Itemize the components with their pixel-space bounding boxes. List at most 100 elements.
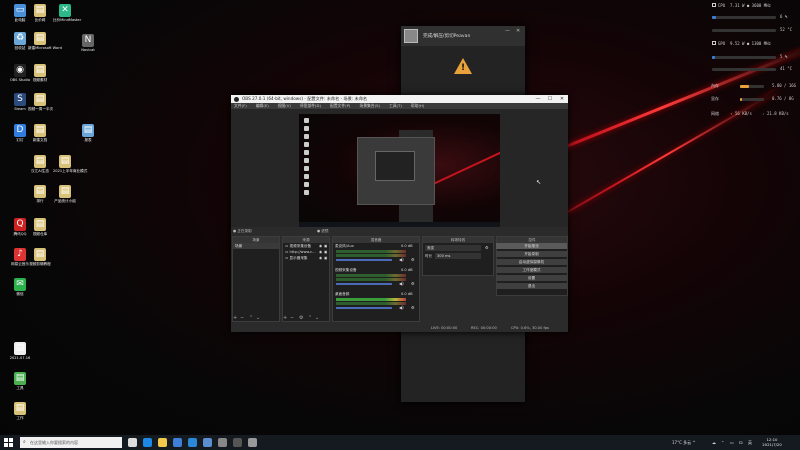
maximize-button[interactable]: ☐ <box>544 95 556 103</box>
explorer-icon[interactable] <box>158 438 167 447</box>
obs-icon[interactable] <box>233 438 242 447</box>
desktop-icon[interactable]: ▤ 排行 <box>28 185 52 204</box>
control-button[interactable]: 工作室模式 <box>496 267 567 273</box>
speaker-icon[interactable]: ◀) <box>399 281 404 286</box>
desktop-icon[interactable]: ▤ 2021.07.16 <box>8 342 32 361</box>
control-button[interactable]: 设置 <box>496 275 567 281</box>
volume-slider[interactable] <box>336 307 392 309</box>
desktop-icon[interactable]: ▤ 2021上半年商业模式 <box>53 155 87 174</box>
start-button[interactable] <box>4 438 13 447</box>
source-up-icon[interactable]: ⌃ <box>308 315 312 321</box>
download-arrow-icon: ↓ <box>762 111 765 116</box>
desktop-icon[interactable]: ▤ 视频一周一半次 <box>28 93 53 112</box>
desktop-icon-glyph: ◉ <box>14 64 26 77</box>
mail-icon[interactable] <box>188 438 197 447</box>
cpu-temp-track <box>712 29 776 32</box>
desktop-icon-glyph: ♪ <box>14 248 26 261</box>
desktop-icon-glyph: ▤ <box>14 372 26 385</box>
move-up-icon[interactable]: ⌃ <box>249 315 253 321</box>
control-button[interactable]: 开始推流 <box>496 243 567 249</box>
mixer-channel-level: 0.0 dB <box>401 292 413 296</box>
desktop-icon[interactable]: ▤ 新建Microsoft Word <box>28 32 62 51</box>
desktop-icon[interactable]: ▤ 报表 <box>76 124 100 143</box>
desktop-icon[interactable]: ▤ 产品统计小组 <box>53 185 77 204</box>
desktop-icon[interactable]: ▤ 汉江AI生态 <box>28 155 52 174</box>
move-down-icon[interactable]: ⌄ <box>256 315 260 321</box>
dock-filter-label[interactable]: ● 滤镜 <box>317 228 328 234</box>
program-preview[interactable] <box>299 114 500 227</box>
cpu-status: CPU: 0.6%, 30.00 fps <box>511 326 549 330</box>
tray-icon[interactable]: ▭ <box>730 435 734 450</box>
remove-source-button[interactable]: − <box>290 315 294 321</box>
audio-meter <box>336 274 406 277</box>
dialog-close-button[interactable]: ✕ <box>516 28 520 34</box>
taskbar-clock[interactable]: 12:10 2021/7/20 <box>760 437 784 447</box>
desktop-icon[interactable]: ▤ 工具 <box>8 372 32 391</box>
obs-docks: ● 正在录制 ● 滤镜 场景 场景 + − ⌃ ⌄ 来源 ▭ 视频采集设备 ◉ ▣ ▭… <box>231 228 568 332</box>
mixer-settings-icon[interactable]: ⚙ <box>411 305 415 310</box>
volume-slider[interactable] <box>336 283 392 285</box>
add-scene-button[interactable]: + <box>233 315 237 321</box>
avatar <box>404 29 418 43</box>
scene-item[interactable]: 场景 <box>233 243 279 249</box>
desktop-icon-glyph: ▤ <box>34 185 46 198</box>
desktop-icon[interactable]: ▤ 工作 <box>8 402 32 421</box>
volume-slider[interactable] <box>336 259 392 261</box>
desktop-icon-glyph: Q <box>14 218 26 231</box>
control-button[interactable]: 退出 <box>496 283 567 289</box>
app-icon[interactable] <box>218 438 227 447</box>
tray-icon[interactable]: 英 <box>748 435 752 450</box>
memory-value: 5.80 / 16G <box>772 83 797 88</box>
source-down-icon[interactable]: ⌄ <box>315 315 319 321</box>
dialog-minimize-button[interactable]: — <box>505 28 510 34</box>
tray-icon[interactable]: ☁ <box>712 435 716 450</box>
task-view-icon[interactable] <box>128 438 137 447</box>
close-button[interactable]: ✕ <box>556 95 568 103</box>
gpu-row: GPU 9.52 W ● 1300 MHz <box>708 41 800 47</box>
desktop-icon[interactable]: N Navicat <box>76 34 100 53</box>
mixer-settings-icon[interactable]: ⚙ <box>411 257 415 262</box>
transition-select[interactable]: 渐变 <box>425 245 481 251</box>
tray-icon[interactable]: ⌃ <box>721 435 724 450</box>
weather-text[interactable]: 17°C 多云 ^ <box>672 435 696 450</box>
lock-icon[interactable]: ▣ <box>324 255 327 261</box>
source-item[interactable]: ▭ 显示器采集 ◉ ▣ <box>283 255 329 261</box>
speaker-icon[interactable]: ◀) <box>399 305 404 310</box>
control-button[interactable]: 开始录制 <box>496 251 567 257</box>
speaker-icon[interactable]: ◀) <box>399 257 404 262</box>
duration-input[interactable]: 300 ms <box>435 253 481 259</box>
cpu-load-bar <box>712 16 716 19</box>
edge-icon[interactable] <box>143 438 152 447</box>
app2-icon[interactable] <box>248 438 257 447</box>
source-settings-icon[interactable]: ⚙ <box>299 315 303 321</box>
desktop-icon[interactable]: ▤ 比价网 <box>28 4 52 23</box>
windows-logo-icon <box>9 438 13 442</box>
add-source-button[interactable]: + <box>283 315 287 321</box>
desktop-icon[interactable]: ▤ 视频仓库 <box>28 218 52 237</box>
taskbar-search[interactable]: ⌕ 在这里输入你要搜索的内容 <box>20 437 122 448</box>
desktop-icon[interactable]: ▤ 新建文档 <box>28 124 52 143</box>
desktop-icon-label: 比价MindMaster <box>53 18 82 22</box>
remove-scene-button[interactable]: − <box>240 315 244 321</box>
steam-icon[interactable] <box>203 438 212 447</box>
desktop-icon[interactable]: ▤ 视频剪辑教程 <box>28 248 52 267</box>
visibility-eye-icon[interactable]: ◉ <box>319 255 322 261</box>
tray-icon[interactable]: ☊ <box>739 435 743 450</box>
desktop-icon[interactable]: ✉ 微信 <box>8 278 32 297</box>
desktop-icon[interactable]: ✕ 比价MindMaster <box>53 4 82 23</box>
scenes-list: 场景 <box>233 243 279 249</box>
transition-settings-icon[interactable]: ⚙ <box>485 245 489 250</box>
control-button[interactable]: 启动虚拟摄像机 <box>496 259 567 265</box>
store-icon[interactable] <box>173 438 182 447</box>
minimize-button[interactable]: — <box>532 95 544 103</box>
obs-titlebar[interactable]: OBS 27.0.1 (64-bit, windows) - 配置文件: 未命名… <box>231 95 568 103</box>
vram-label: 显存 <box>711 96 719 101</box>
desktop-icon[interactable]: ▤ 视频素材 <box>28 64 52 83</box>
desktop-icon-glyph: ✉ <box>14 278 26 291</box>
mixer-settings-icon[interactable]: ⚙ <box>411 281 415 286</box>
desktop-icon-glyph: ▤ <box>82 124 94 137</box>
desktop-icon-glyph: ▤ <box>34 64 46 77</box>
desktop-icon-label: 工具 <box>16 386 24 390</box>
dock-source-label: ● 正在录制 <box>233 229 252 233</box>
gpu-info: 9.52 W ● 1300 MHz <box>730 41 771 46</box>
